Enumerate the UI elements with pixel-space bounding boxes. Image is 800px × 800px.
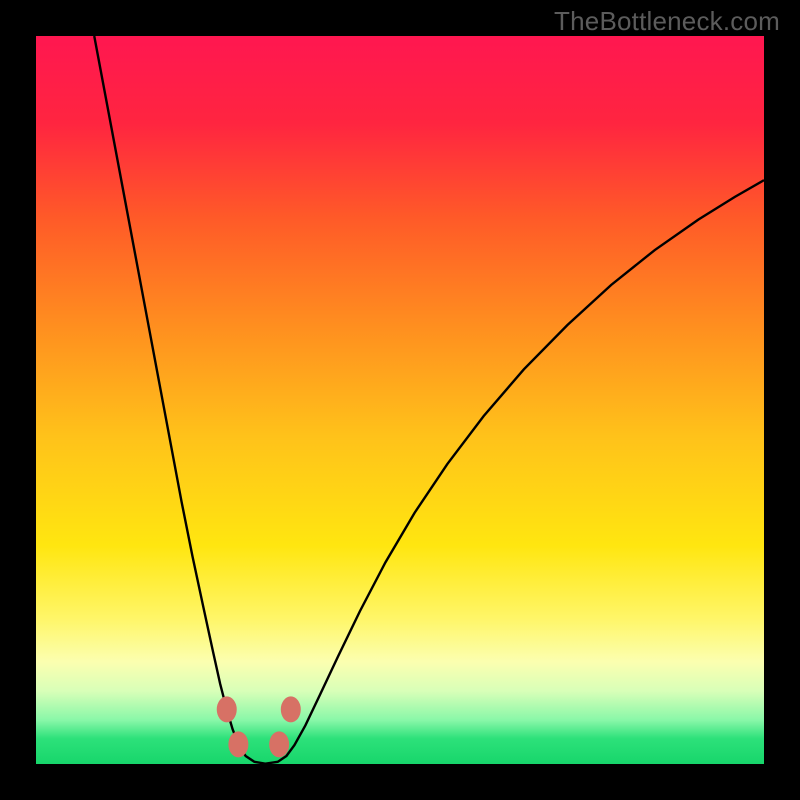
bottleneck-chart — [36, 36, 764, 764]
watermark-text: TheBottleneck.com — [554, 6, 780, 37]
curve-marker — [281, 696, 301, 722]
curve-marker — [228, 731, 248, 757]
chart-svg — [36, 36, 764, 764]
curve-marker — [269, 731, 289, 757]
chart-frame: TheBottleneck.com — [0, 0, 800, 800]
gradient-background — [36, 36, 764, 764]
curve-marker — [217, 696, 237, 722]
